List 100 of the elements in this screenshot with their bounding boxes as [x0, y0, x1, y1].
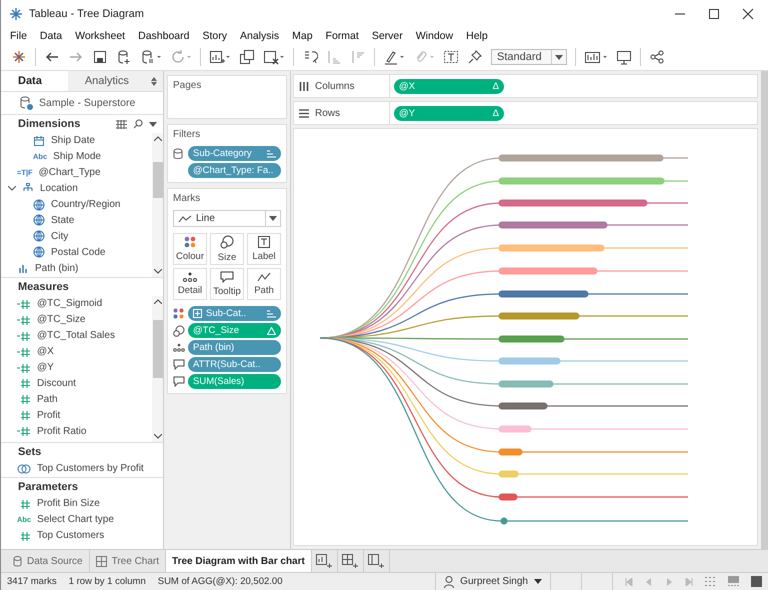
menu-item[interactable]: Map — [292, 30, 313, 42]
scroll-up-icon[interactable] — [154, 136, 162, 141]
calculated-number-icon — [17, 298, 31, 310]
shelf-title: Filters — [173, 129, 202, 140]
size-circles-icon — [220, 235, 234, 249]
globe-icon — [33, 230, 45, 242]
scroll-up-icon[interactable] — [154, 299, 162, 304]
sort-icon — [267, 310, 276, 318]
globe-icon — [33, 246, 45, 258]
duplicate-sheet-icon[interactable] — [239, 49, 255, 65]
menu-item[interactable]: File — [10, 30, 27, 42]
marks-card-button[interactable]: Path — [247, 268, 281, 300]
app-logo-icon — [9, 7, 23, 21]
datasource-name[interactable]: Sample - Superstore — [39, 97, 136, 109]
field-name[interactable]: City — [51, 230, 68, 242]
field-name[interactable]: Ship Mode — [53, 151, 101, 162]
datasource-icon — [19, 96, 33, 110]
presentation-icon[interactable] — [616, 49, 632, 65]
text-label-icon[interactable] — [443, 49, 459, 65]
worksheet-grid-icon — [96, 556, 107, 566]
maximize-icon[interactable] — [708, 8, 720, 20]
tableau-logo-icon[interactable] — [11, 49, 27, 65]
pane-tab[interactable]: Data — [1, 71, 68, 91]
field-name[interactable]: @Y — [37, 362, 54, 373]
field-name[interactable]: Profit Bin Size — [37, 498, 100, 510]
scroll-down-icon[interactable] — [154, 269, 162, 274]
field-name[interactable]: Postal Code — [51, 246, 106, 258]
field-name[interactable]: Select Chart type — [37, 514, 114, 526]
grid-dots-icon[interactable] — [705, 576, 716, 587]
field-name[interactable]: Profit — [37, 410, 60, 421]
fit-dropdown[interactable]: Standard — [491, 49, 567, 65]
field-name[interactable]: Discount — [37, 378, 76, 389]
sheet-tab[interactable]: Tree Diagram with Bar chart — [166, 550, 312, 572]
scroll-down-icon[interactable] — [154, 434, 162, 439]
field-name[interactable]: Profit Ratio — [37, 426, 86, 437]
pages-shelf[interactable]: Pages — [167, 75, 287, 119]
shelf-title: Rows — [315, 108, 340, 118]
sort-arrows-icon[interactable] — [151, 76, 157, 86]
menu-item[interactable]: Data — [40, 30, 62, 42]
field-name[interactable]: Location — [40, 183, 78, 194]
calendar-icon — [33, 134, 45, 147]
menu-item[interactable]: Story — [202, 30, 227, 42]
add-datasource-icon[interactable] — [116, 49, 132, 65]
field-name[interactable]: Path — [37, 394, 58, 405]
detail-dots-icon — [183, 272, 197, 282]
swap-icon[interactable] — [302, 49, 318, 65]
menu-item[interactable]: Analysis — [240, 30, 280, 42]
scrollbar-thumb[interactable] — [152, 320, 162, 378]
grid-view-icon[interactable] — [116, 120, 127, 128]
search-icon[interactable] — [133, 119, 143, 129]
field-name[interactable]: @X — [37, 346, 54, 358]
field-name[interactable]: @TC_Size — [37, 314, 86, 326]
database-icon — [173, 148, 185, 160]
highlight-icon[interactable] — [383, 49, 405, 65]
speech-bubble-icon — [173, 376, 185, 387]
globe-icon — [33, 214, 45, 226]
calculated-number-icon — [17, 314, 31, 326]
marks-card-button[interactable]: Colour — [173, 233, 207, 265]
menu-item[interactable]: Help — [466, 30, 488, 42]
marks-card-button[interactable]: Tooltip — [210, 268, 244, 300]
globe-icon — [33, 198, 45, 210]
menu-item[interactable]: Server — [372, 30, 403, 42]
field-name[interactable]: Ship Date — [51, 135, 95, 146]
menu-item[interactable]: Format — [326, 30, 359, 42]
clear-sheet-icon[interactable] — [263, 49, 285, 65]
mark-type-dropdown[interactable]: Line — [173, 210, 281, 227]
scrollbar-thumb[interactable] — [152, 162, 162, 198]
field-name[interactable]: Path (bin) — [35, 262, 78, 274]
marks-count: 3417 marks — [7, 576, 57, 587]
user-menu[interactable]: Gurpreet Singh — [435, 573, 551, 590]
dropdown-caret-icon[interactable] — [149, 122, 157, 126]
show-me-icon[interactable] — [584, 49, 608, 65]
close-icon[interactable] — [742, 8, 754, 20]
shelf-title: Marks — [173, 193, 202, 204]
field-name[interactable]: Country/Region — [51, 199, 120, 210]
marks-card-button[interactable]: Label — [247, 233, 281, 265]
field-name[interactable]: Top Customers — [37, 530, 104, 542]
menu-item[interactable]: Window — [416, 30, 454, 42]
field-name[interactable]: @TC_Sigmoid — [37, 298, 102, 310]
field-name[interactable]: @TC_Total Sales — [37, 330, 115, 342]
pin-icon[interactable] — [467, 49, 483, 65]
share-icon[interactable] — [649, 49, 665, 65]
pane-tab[interactable]: Analytics — [68, 71, 146, 91]
size-circles-icon — [173, 324, 185, 336]
chevron-down-icon[interactable] — [8, 186, 16, 192]
section-title: Parameters — [18, 480, 78, 493]
marks-card-button[interactable]: Detail — [173, 268, 207, 300]
scrollbar[interactable] — [761, 71, 768, 549]
pause-datasource-icon[interactable] — [140, 49, 162, 65]
section-title: Dimensions — [18, 118, 80, 130]
field-name[interactable]: @Chart_Type — [38, 167, 101, 178]
save-icon[interactable] — [92, 49, 108, 65]
marks-card-button[interactable]: Size — [210, 233, 244, 265]
menu-item[interactable]: Worksheet — [75, 30, 126, 42]
menu-item[interactable]: Dashboard — [138, 30, 190, 42]
new-worksheet-icon[interactable] — [209, 49, 231, 65]
rows-icon — [299, 108, 309, 118]
new-worksheet-icon — [316, 554, 332, 568]
field-name[interactable]: State — [51, 214, 74, 226]
field-name[interactable]: Top Customers by Profit — [37, 463, 144, 474]
